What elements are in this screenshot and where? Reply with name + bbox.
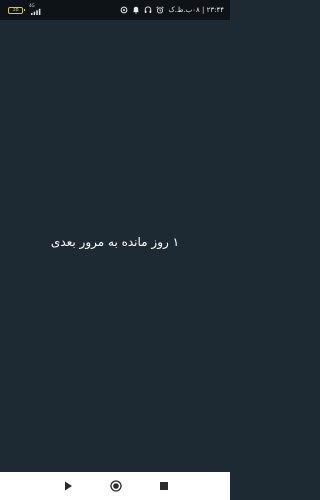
review-countdown-message: ۱ روز مانده به مرور بعدی bbox=[50, 235, 180, 249]
status-right: ۲۳:۴۴ | ۰۸ب.ظ.ک bbox=[120, 5, 224, 15]
back-icon[interactable] bbox=[61, 479, 75, 493]
recents-icon[interactable] bbox=[157, 479, 171, 493]
battery-level: 38 bbox=[12, 6, 19, 13]
alarm-icon bbox=[156, 6, 165, 14]
signal-icon: 4G bbox=[29, 4, 43, 15]
main-content: ۱ روز مانده به مرور بعدی bbox=[0, 20, 230, 472]
battery-icon: 38 bbox=[8, 6, 25, 14]
notification-icon bbox=[133, 6, 140, 14]
status-left: 38 4G bbox=[8, 4, 43, 15]
circle-icon bbox=[121, 6, 128, 14]
status-time: ۲۳:۴۴ | ۰۸ب.ظ.ک bbox=[168, 6, 224, 14]
home-icon[interactable] bbox=[109, 479, 123, 493]
headphones-icon bbox=[145, 6, 152, 14]
status-bar: 38 4G ۲۳:۴۴ | ۰۸ب.ظ.ک bbox=[0, 0, 230, 20]
navigation-bar bbox=[0, 472, 230, 500]
